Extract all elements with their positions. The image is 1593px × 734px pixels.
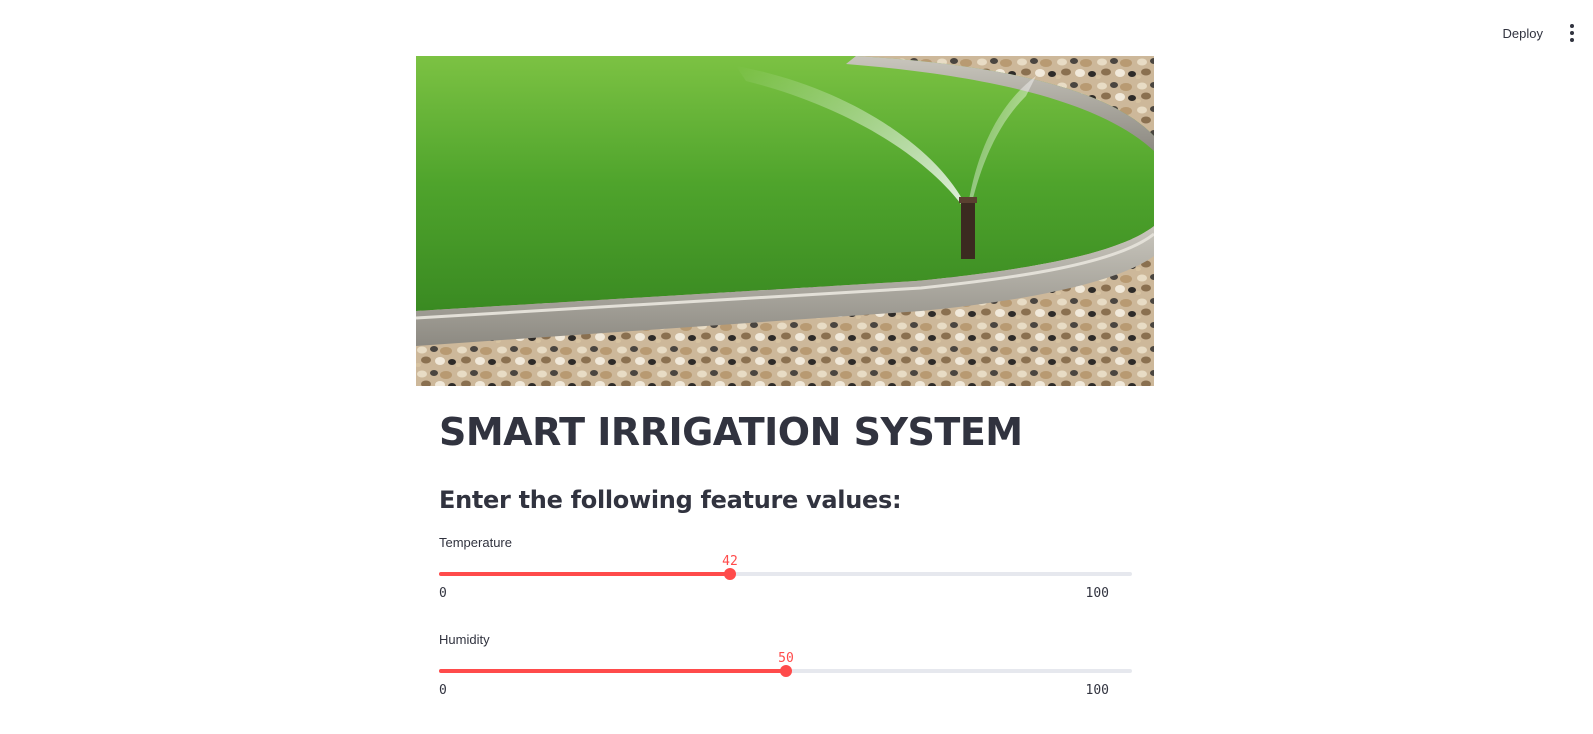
slider-track[interactable] bbox=[439, 568, 1132, 580]
sprinkler-lawn-image bbox=[416, 56, 1154, 386]
main-container: SMART IRRIGATION SYSTEM Enter the follow… bbox=[416, 56, 1154, 710]
slider-label: Humidity bbox=[439, 632, 490, 647]
temperature-slider: Temperature 42 0 100 bbox=[439, 516, 1132, 613]
content-area: SMART IRRIGATION SYSTEM Enter the follow… bbox=[416, 408, 1154, 710]
slider-fill bbox=[439, 669, 786, 673]
slider-max: 100 bbox=[1085, 683, 1109, 698]
top-toolbar: Deploy bbox=[1503, 18, 1575, 48]
slider-label: Temperature bbox=[439, 535, 512, 550]
vertical-ellipsis-icon[interactable] bbox=[1569, 24, 1575, 42]
slider-thumb[interactable] bbox=[724, 568, 736, 580]
slider-track[interactable] bbox=[439, 665, 1132, 677]
page-title: SMART IRRIGATION SYSTEM bbox=[439, 410, 1023, 454]
slider-min: 0 bbox=[439, 683, 447, 698]
slider-max: 100 bbox=[1085, 586, 1109, 601]
slider-thumb[interactable] bbox=[780, 665, 792, 677]
deploy-button[interactable]: Deploy bbox=[1503, 26, 1543, 41]
slider-value: 42 bbox=[722, 554, 738, 569]
slider-fill bbox=[439, 572, 730, 576]
slider-min: 0 bbox=[439, 586, 447, 601]
section-heading: Enter the following feature values: bbox=[439, 486, 902, 514]
slider-value: 50 bbox=[778, 651, 794, 666]
humidity-slider: Humidity 50 0 100 bbox=[439, 613, 1132, 710]
